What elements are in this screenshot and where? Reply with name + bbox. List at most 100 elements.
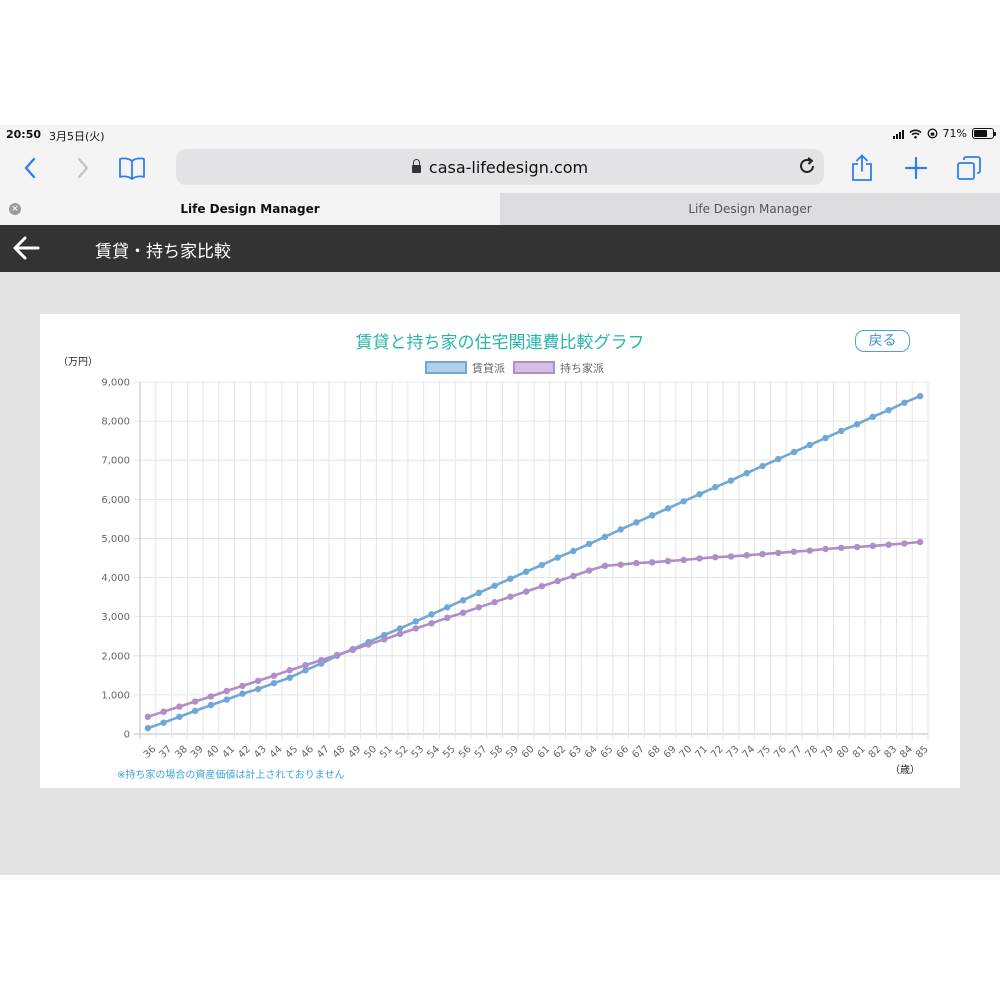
x-tick-label: 55 [441,744,458,761]
x-tick-label: 56 [457,744,474,761]
cellular-signal-icon [892,129,904,139]
y-tick-label: 5,000 [101,534,130,545]
data-point [255,677,262,685]
status-time: 20:50 [6,128,42,141]
chart-title: 賃貸と持ち家の住宅関連費比較グラフ [355,333,645,353]
data-point [853,543,861,551]
new-tab-plus-icon[interactable] [901,153,931,183]
data-point [412,625,419,632]
asset-value-note: ※持ち家の場合の資産価値は計上されておりません [117,770,345,781]
data-point [223,687,230,695]
data-point [775,549,782,557]
x-tick-label: 59 [504,744,521,761]
legend-swatch [513,361,555,374]
data-point [759,550,766,558]
bookmarks-book-icon[interactable] [117,153,147,183]
x-tick-label: 61 [536,744,553,761]
data-point [491,582,498,589]
x-tick-label: 69 [662,744,679,761]
y-tick-label: 7,000 [101,456,130,467]
return-button[interactable]: 戻る [855,330,910,352]
share-icon[interactable] [847,153,877,183]
data-point [176,713,183,720]
data-point [838,544,845,552]
data-point [601,562,609,570]
data-point [223,696,230,703]
back-arrow-icon[interactable] [12,235,40,265]
x-tick-label: 49 [347,744,364,761]
data-point [916,392,924,400]
tab-strip: × Life Design Manager Life Design Manage… [0,193,1000,225]
data-point [428,611,435,618]
forward-chevron-icon[interactable] [68,153,98,183]
legend-swatch [425,361,467,374]
data-point [759,462,766,470]
data-point [412,618,419,625]
data-point [522,568,530,575]
x-tick-label: 42 [236,744,253,761]
data-point [507,593,514,600]
legend-label: 賃貸派 [472,361,505,375]
data-point [428,620,435,627]
legend-label: 持ち家派 [560,361,604,375]
x-tick-label: 75 [756,744,773,761]
x-tick-label: 51 [378,744,395,761]
x-tick-label: 83 [882,744,899,761]
y-tick-label: 2,000 [101,651,130,662]
y-axis-unit: （万円） [58,357,98,368]
data-point [664,557,672,565]
reload-icon[interactable] [796,155,818,181]
data-point [396,630,404,638]
data-point [554,577,561,585]
status-date: 3月5日(火) [49,130,105,143]
y-tick-label: 4,000 [101,573,130,584]
x-tick-label: 74 [741,744,758,761]
x-tick-label: 73 [725,744,742,761]
tabs-overview-icon[interactable] [954,153,984,183]
back-chevron-icon[interactable] [15,153,45,183]
x-tick-label: 79 [819,744,836,761]
data-point [649,559,656,566]
data-point [712,554,719,561]
data-point [144,724,152,732]
data-point [806,547,813,554]
url-text-wrap: casa-lifedesign.com [176,158,824,177]
data-point [680,498,687,505]
data-point [633,519,640,526]
x-tick-label: 64 [583,744,600,761]
data-point [239,690,246,697]
x-tick-label: 77 [788,744,805,761]
x-tick-label: 81 [851,744,868,761]
close-tab-icon[interactable]: × [9,203,21,215]
y-tick-label: 6,000 [101,495,130,506]
data-point [869,413,877,421]
x-tick-label: 45 [284,744,301,761]
x-tick-label: 68 [646,744,663,761]
x-tick-label: 53 [410,744,427,761]
data-point [538,561,546,569]
x-tick-label: 41 [221,744,238,761]
data-point [207,693,215,700]
x-tick-label: 37 [157,744,174,761]
x-tick-label: 52 [394,744,411,761]
battery-icon [972,128,996,139]
x-tick-label: 62 [551,744,568,761]
x-tick-label: 57 [473,744,490,761]
x-tick-label: 76 [772,744,789,761]
tab-active[interactable]: × Life Design Manager [0,193,500,225]
address-bar[interactable]: casa-lifedesign.com [176,149,824,185]
data-point [255,685,262,693]
status-bar: 20:50 3月5日(火) 71% [0,125,1000,145]
data-point [696,491,703,498]
data-point [869,542,877,550]
data-point [302,661,309,669]
data-point [680,556,687,564]
data-point [727,553,735,560]
tab-inactive[interactable]: Life Design Manager [500,193,1000,225]
rotation-lock-icon [927,128,937,139]
x-tick-label: 78 [804,744,821,761]
lock-icon [411,159,421,173]
x-tick-label: 85 [914,744,931,761]
x-tick-label: 84 [898,744,915,761]
data-point [775,455,782,463]
